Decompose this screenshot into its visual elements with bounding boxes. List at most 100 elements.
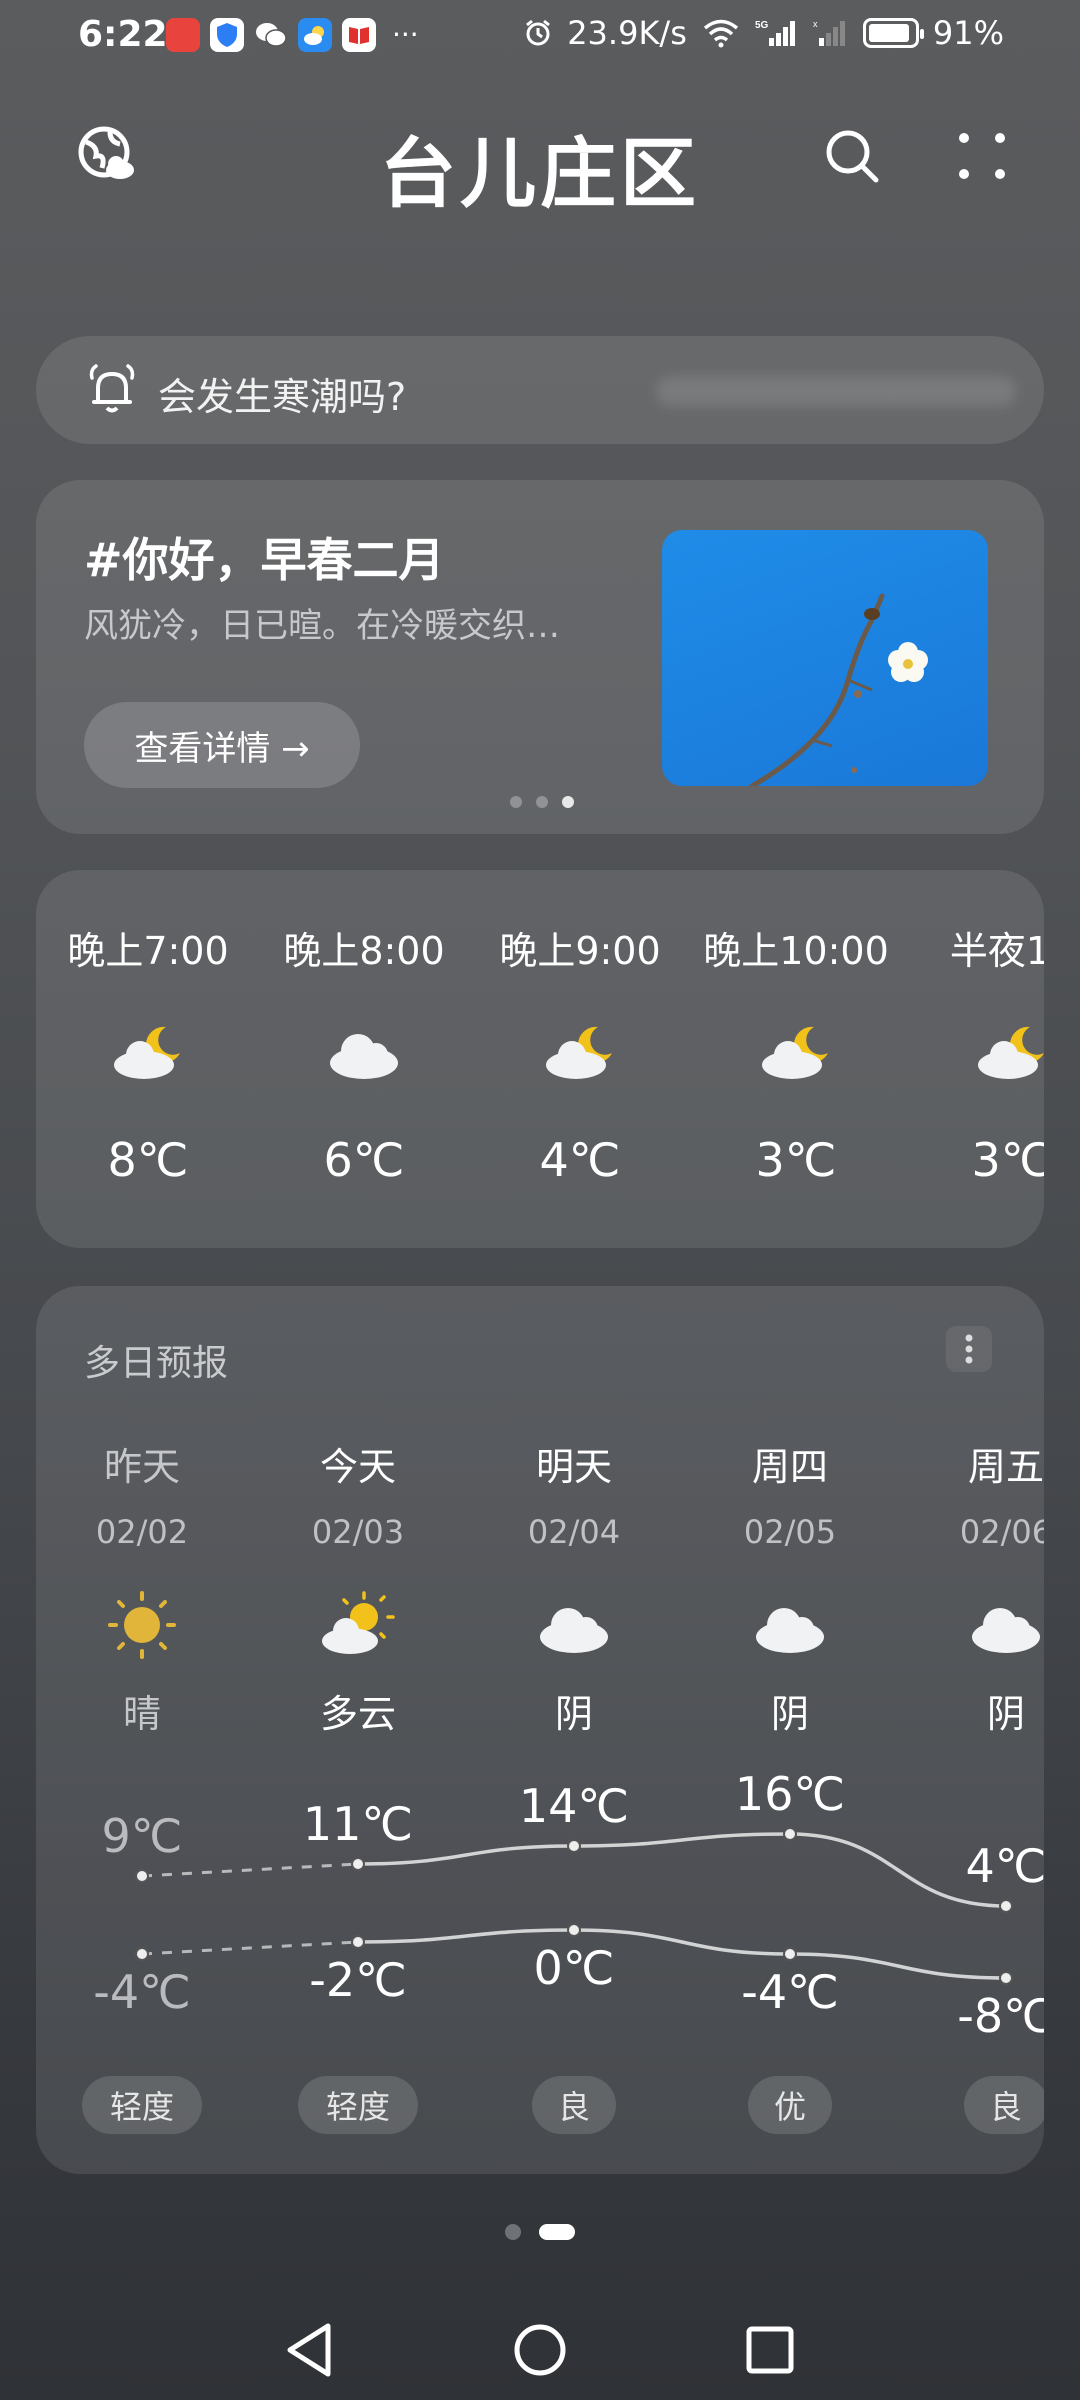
dots-grid-icon [959,133,1005,179]
high-temp-point [351,1857,365,1871]
alarm-icon [526,19,551,46]
low-temp-point [567,1923,581,1937]
signal-5g-icon: 5G [755,20,795,46]
status-more: ··· [392,18,419,51]
high-temp-line [357,1832,1007,1908]
high-temp-label: 11℃ [303,1797,413,1851]
wifi-icon [703,19,738,48]
recents-square-icon [746,2326,794,2374]
hour-item: 晚上7:00 8℃ [38,920,258,1187]
status-time: 6:22 [78,14,168,55]
multi-day-forecast-card[interactable]: 多日预报 昨天 02/02 晴 今天 02/03 多云 明天 02/04 阴 周… [36,1286,1044,2174]
wechat-icon [254,18,288,52]
promo-title: #你好，早春二月 [84,533,445,587]
aqi-badge: 轻度 [298,2076,418,2134]
high-temp-past-segment [141,1862,359,1878]
shield-app-icon [210,18,244,52]
book-app-icon [342,18,376,52]
more-button[interactable] [952,126,1012,186]
huawei-icon [166,18,200,52]
hour-time: 晚上9:00 [499,929,661,973]
promo-dot [510,796,522,808]
view-details-button[interactable]: 查看详情 → [84,702,360,788]
battery-icon [862,18,924,48]
home-circle-icon [514,2324,566,2376]
hour-item: 晚上9:00 4℃ [470,920,690,1187]
svg-text:x: x [813,19,818,29]
hour-temp: 4℃ [539,1133,621,1187]
hourly-forecast-card[interactable]: 晚上7:00 8℃ 晚上8:00 6℃ 晚上9:00 4℃ 晚上10:00 3℃… [36,870,1044,1248]
moon-cloud-icon [762,1026,828,1079]
hour-time: 半夜11 [949,929,1044,973]
search-icon [826,130,879,183]
status-app-icons: ··· [166,18,419,52]
low-temp-label: -8℃ [957,1989,1044,2043]
moon-cloud-icon [978,1026,1044,1079]
search-button[interactable] [822,126,882,186]
status-right: 23.9K/s 5G x 91% [523,14,1004,52]
aqi-badge: 轻度 [82,2076,202,2134]
low-temp-point [135,1947,149,1961]
hour-temp: 6℃ [323,1133,405,1187]
low-temp-point [783,1947,797,1961]
high-temp-label: 16℃ [735,1767,845,1821]
moon-cloud-icon [114,1026,180,1079]
moon-cloud-icon [546,1026,612,1079]
back-triangle-icon [287,2323,331,2377]
promo-subtitle: 风犹冷，日已暄。在冷暖交织… [84,606,560,646]
network-speed: 23.9K/s [567,14,687,52]
back-button[interactable] [270,2310,350,2390]
high-temp-label: 4℃ [966,1839,1044,1893]
svg-text:5G: 5G [755,20,769,31]
hour-item: 晚上8:00 6℃ [254,920,474,1187]
battery-percent: 91% [932,14,1004,52]
promo-dot-active [562,796,574,808]
high-temp-point [783,1827,797,1841]
cold-wave-alert-card[interactable]: 会发生寒潮吗? [36,336,1044,444]
city-title: 台儿庄区 [380,129,700,218]
recents-button[interactable] [730,2310,810,2390]
low-temp-point [999,1971,1013,1985]
hour-temp: 8℃ [107,1133,189,1187]
page-indicator [0,2224,1080,2240]
page-dot-active [539,2224,575,2240]
hour-temp: 3℃ [755,1133,837,1187]
hour-temp: 3℃ [971,1133,1044,1187]
alert-text: 会发生寒潮吗? [158,375,407,419]
aqi-badge: 优 [748,2076,832,2134]
promo-pagination [510,796,574,808]
battery-level [868,24,909,42]
hour-time: 晚上8:00 [283,929,445,973]
hour-time: 晚上7:00 [67,929,229,973]
alert-blurred-preview [656,376,1016,406]
cloud-icon [330,1034,398,1079]
system-nav-bar [0,2300,1080,2400]
weather-app-icon [298,18,332,52]
high-temp-label: 14℃ [519,1779,629,1833]
home-button[interactable] [500,2310,580,2390]
promo-dot [536,796,548,808]
low-temp-label: -4℃ [741,1965,839,2019]
bell-icon [89,364,135,413]
hour-time: 晚上10:00 [703,929,889,973]
low-temp-line [357,1928,1007,1980]
status-bar: 6:22 ··· 23.9K/s 5G x 91% [0,0,1080,72]
promo-card[interactable]: #你好，早春二月 风犹冷，日已暄。在冷暖交织… 查看详情 → [36,480,1044,834]
low-temp-point [351,1935,365,1949]
header: 台儿庄区 [0,100,1080,220]
low-temp-label: -2℃ [309,1953,407,2007]
signal-2-icon: x [813,19,845,46]
page-dot [505,2224,521,2240]
high-temp-point [999,1899,1013,1913]
high-temp-point [567,1839,581,1853]
plum-blossom-branch-image [749,593,928,786]
low-temp-label: 0℃ [534,1941,615,1995]
promo-image [662,530,988,786]
hour-item: 晚上10:00 3℃ [686,920,906,1187]
aqi-badge: 良 [964,2076,1044,2134]
low-temp-label: -4℃ [93,1965,191,2019]
high-temp-point [135,1869,149,1883]
hour-item: 半夜11 3℃ [902,920,1044,1187]
temperature-trend-chart: 9℃ 11℃ 14℃ 16℃ 4℃ -4℃ -2℃ 0℃ -4℃ -8℃ [93,1767,1044,2043]
high-temp-label: 9℃ [102,1809,183,1863]
